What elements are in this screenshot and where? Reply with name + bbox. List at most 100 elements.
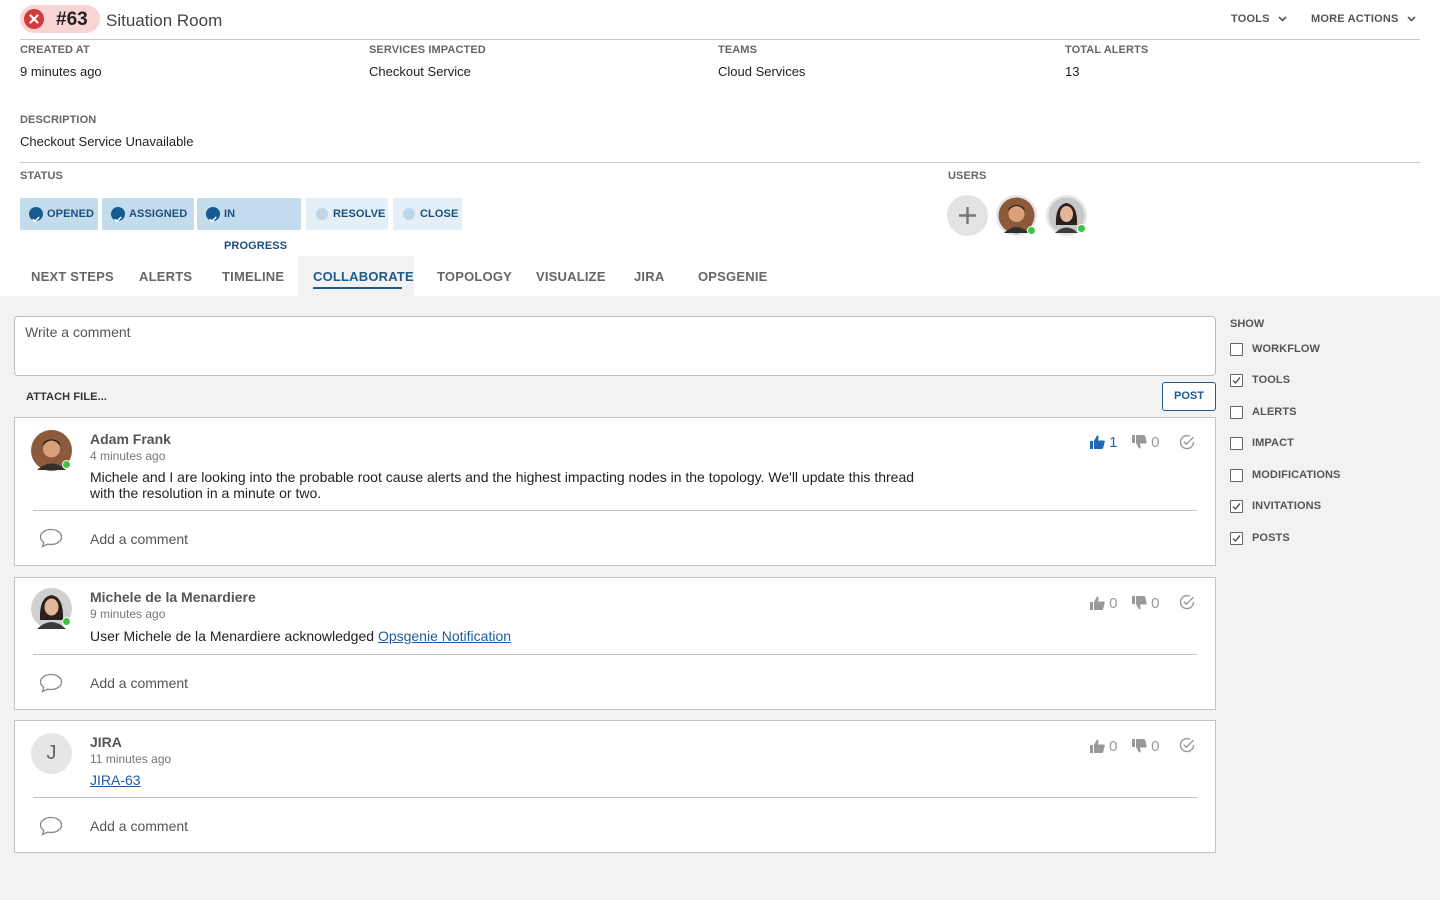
resolve-check-icon[interactable] [1179, 737, 1195, 758]
dislike-button[interactable]: 0 [1132, 595, 1160, 612]
tab-topology[interactable]: TOPOLOGY [437, 269, 512, 284]
resolve-check-icon[interactable] [1179, 594, 1195, 615]
dislike-count: 0 [1151, 595, 1160, 612]
tab-collaborate[interactable]: COLLABORATE [313, 269, 414, 284]
dislike-count: 0 [1151, 738, 1160, 755]
tab-opsgenie[interactable]: OPSGENIE [698, 269, 768, 284]
thumbs-down-icon [1132, 435, 1147, 449]
more-actions-label: MORE ACTIONS [1311, 13, 1399, 25]
avatar-michele [31, 588, 72, 629]
presence-online-icon [62, 617, 71, 626]
post-body: Michele and I are looking into the proba… [90, 469, 915, 501]
status-step-opened[interactable]: OPENED [20, 198, 98, 230]
status-step-label: IN PROGRESS [224, 208, 288, 252]
tab-next-steps[interactable]: NEXT STEPS [31, 269, 114, 284]
total-alerts-value: 13 [1065, 64, 1080, 79]
filter-label: POSTS [1252, 532, 1290, 544]
incident-number: #63 [56, 9, 88, 30]
post-body: User Michele de la Menardiere acknowledg… [90, 628, 930, 644]
status-step-resolve[interactable]: RESOLVE [306, 198, 388, 230]
tab-visualize[interactable]: VISUALIZE [536, 269, 606, 284]
comment-bubble-icon [39, 673, 63, 698]
add-comment-link[interactable]: Add a comment [90, 818, 188, 834]
checkbox-unchecked-icon[interactable] [1230, 406, 1243, 419]
filter-label: INVITATIONS [1252, 500, 1322, 512]
post-divider [33, 797, 1197, 798]
avatar-michele[interactable] [1046, 195, 1087, 236]
checkbox-checked-icon[interactable] [1230, 374, 1243, 387]
dislike-count: 0 [1151, 434, 1160, 451]
jira-issue-link[interactable]: JIRA-63 [90, 772, 141, 788]
attach-file-button[interactable]: ATTACH FILE... [26, 391, 107, 403]
checkbox-checked-icon[interactable] [1230, 500, 1243, 513]
filter-label: ALERTS [1252, 406, 1297, 418]
filter-label: MODIFICATIONS [1252, 469, 1341, 481]
presence-online-icon [62, 460, 71, 469]
status-step-assigned[interactable]: ASSIGNED [102, 198, 194, 230]
tab-alerts[interactable]: ALERTS [139, 269, 192, 284]
post-card: J JIRA 11 minutes ago JIRA-63 0 0 Add a … [14, 720, 1216, 853]
circle-icon [316, 208, 328, 220]
post-body: JIRA-63 [90, 772, 930, 788]
checkbox-unchecked-icon[interactable] [1230, 437, 1243, 450]
post-card: Adam Frank 4 minutes ago Michele and I a… [14, 417, 1216, 566]
tab-active-indicator [313, 287, 402, 289]
opsgenie-notification-link[interactable]: Opsgenie Notification [378, 628, 511, 644]
post-body-text: User Michele de la Menardiere acknowledg… [90, 628, 378, 644]
checkbox-unchecked-icon[interactable] [1230, 343, 1243, 356]
status-step-in-progress[interactable]: IN PROGRESS [197, 198, 301, 252]
dislike-button[interactable]: 0 [1132, 434, 1160, 451]
add-user-button[interactable] [947, 195, 988, 236]
incident-badge: #63 [20, 5, 100, 33]
like-count: 1 [1109, 434, 1118, 451]
page-title: Situation Room [106, 11, 223, 30]
chevron-down-icon [1278, 13, 1287, 25]
checkbox-unchecked-icon[interactable] [1230, 469, 1243, 482]
description-label: DESCRIPTION [20, 114, 97, 126]
like-button[interactable]: 1 [1090, 434, 1118, 451]
status-step-label: RESOLVE [333, 208, 386, 220]
resolve-check-icon[interactable] [1179, 434, 1195, 455]
post-button[interactable]: POST [1162, 382, 1216, 411]
comment-input[interactable]: Write a comment [14, 316, 1216, 376]
check-circle-icon [111, 207, 125, 223]
more-actions-button[interactable]: MORE ACTIONS [1311, 13, 1416, 25]
check-circle-icon [29, 207, 43, 223]
post-author: JIRA [90, 734, 122, 750]
add-comment-link[interactable]: Add a comment [90, 675, 188, 691]
services-impacted-label: SERVICES IMPACTED [369, 44, 486, 56]
status-step-close[interactable]: CLOSE [393, 198, 462, 230]
dislike-button[interactable]: 0 [1132, 738, 1160, 755]
presence-online-icon [1077, 224, 1086, 233]
error-icon [24, 9, 44, 29]
tab-timeline[interactable]: TIMELINE [222, 269, 284, 284]
thumbs-up-icon [1090, 435, 1105, 449]
thumbs-up-icon [1090, 596, 1105, 610]
filter-label: IMPACT [1252, 437, 1294, 449]
comment-placeholder: Write a comment [25, 324, 131, 340]
avatar-letter: J [46, 742, 57, 764]
tools-menu-button[interactable]: TOOLS [1231, 13, 1287, 25]
post-divider [33, 654, 1197, 655]
status-label: STATUS [20, 170, 63, 182]
thumbs-up-icon [1090, 739, 1105, 753]
post-time: 11 minutes ago [90, 752, 172, 766]
checkbox-checked-icon[interactable] [1230, 532, 1243, 545]
created-at-label: CREATED AT [20, 44, 90, 56]
circle-icon [403, 208, 415, 220]
like-button[interactable]: 0 [1090, 595, 1118, 612]
status-step-label: CLOSE [420, 208, 459, 220]
like-count: 0 [1109, 595, 1118, 612]
teams-label: TEAMS [718, 44, 757, 56]
add-comment-link[interactable]: Add a comment [90, 531, 188, 547]
created-at-value: 9 minutes ago [20, 64, 102, 79]
incident-header: #63 Situation Room TOOLS MORE ACTIONS [20, 0, 1420, 40]
comment-bubble-icon [39, 816, 63, 841]
like-button[interactable]: 0 [1090, 738, 1118, 755]
description-value: Checkout Service Unavailable [20, 134, 194, 149]
avatar-adam-frank[interactable] [996, 195, 1037, 236]
thumbs-down-icon [1132, 739, 1147, 753]
total-alerts-label: TOTAL ALERTS [1065, 44, 1149, 56]
like-count: 0 [1109, 738, 1118, 755]
tab-jira[interactable]: JIRA [634, 269, 664, 284]
